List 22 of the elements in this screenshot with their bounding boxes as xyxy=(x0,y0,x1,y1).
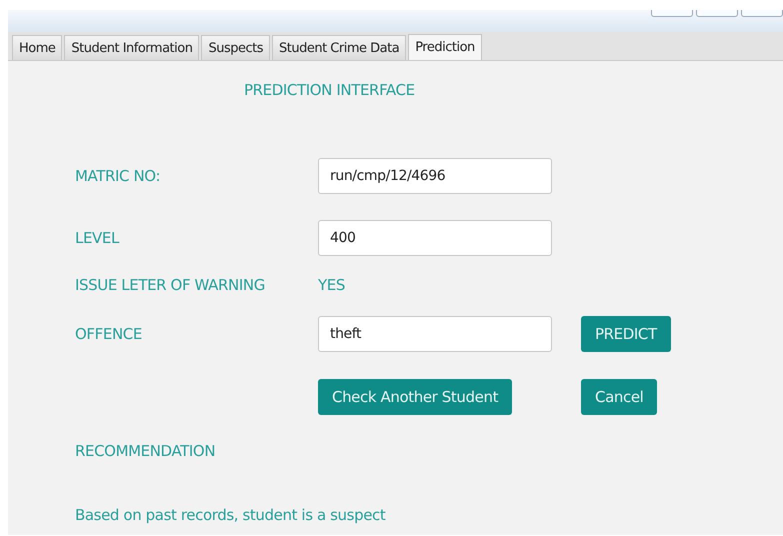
maximize-button[interactable] xyxy=(696,10,738,17)
field-label: MATRIC NO: xyxy=(75,167,162,185)
recommendation-label: RECOMMENDATION xyxy=(75,442,216,460)
cancel-button[interactable]: Cancel xyxy=(581,379,658,415)
recommendation-text: Based on past records, student is a suspect xyxy=(75,506,386,524)
input-field[interactable]: theft xyxy=(318,316,552,352)
tab[interactable]: Prediction xyxy=(408,34,482,60)
minimize-button[interactable] xyxy=(651,10,693,17)
field-label: LEVEL xyxy=(75,229,120,247)
predict-button[interactable]: PREDICT xyxy=(581,316,671,352)
tab[interactable]: Home xyxy=(12,35,62,60)
field-label: ISSUE LETER OF WARNING xyxy=(75,276,266,294)
input-field[interactable]: 400 xyxy=(318,220,552,256)
field-value: YES xyxy=(318,276,346,294)
input-field[interactable]: run/cmp/12/4696 xyxy=(318,158,552,194)
field-label: OFFENCE xyxy=(75,325,143,343)
tab[interactable]: Student Information xyxy=(64,35,200,60)
tab[interactable]: Suspects xyxy=(201,35,270,60)
form-heading: PREDICTION INTERFACE xyxy=(244,81,416,101)
check-another-button[interactable]: Check Another Student xyxy=(318,379,512,415)
tab[interactable]: Student Crime Data xyxy=(272,35,406,60)
close-button[interactable] xyxy=(741,10,783,17)
